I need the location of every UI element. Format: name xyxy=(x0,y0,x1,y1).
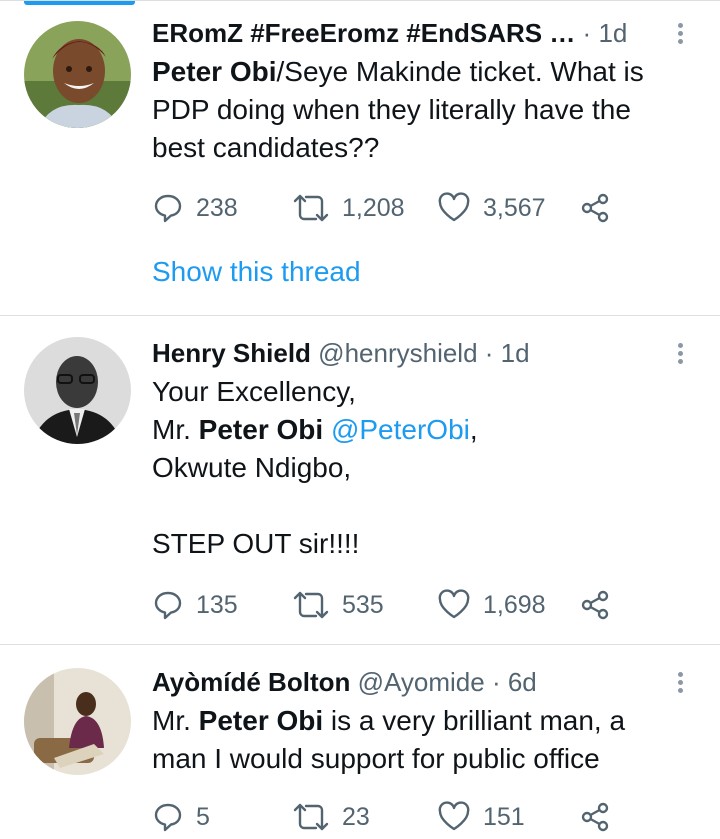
tweet-henry-shield[interactable]: Henry Shield @henryshield · 1d Your Exce… xyxy=(0,316,720,644)
tweet-ayomide-bolton[interactable]: Ayòmídé Bolton @Ayomide · 6d Mr. Peter O… xyxy=(0,645,720,839)
highlighted-text: Peter Obi xyxy=(152,56,277,87)
retweet-count: 1,208 xyxy=(342,193,405,222)
like-button[interactable]: 3,567 xyxy=(437,188,546,228)
share-button[interactable] xyxy=(579,585,611,625)
share-icon xyxy=(581,802,609,832)
avatar[interactable] xyxy=(24,668,131,775)
action-bar: 238 1,208 3,567 xyxy=(152,188,632,228)
action-bar: 5 23 151 xyxy=(152,797,632,837)
retweet-button[interactable]: 535 xyxy=(292,585,384,625)
separator-dot: · xyxy=(582,18,599,48)
tweet-header: Ayòmídé Bolton @Ayomide · 6d xyxy=(152,664,660,700)
more-vertical-icon[interactable] xyxy=(670,15,690,51)
reply-icon xyxy=(154,591,182,620)
avatar[interactable] xyxy=(24,337,131,444)
user-handle[interactable]: @henryshield xyxy=(318,338,477,368)
like-button[interactable]: 151 xyxy=(437,797,525,837)
retweet-button[interactable]: 23 xyxy=(292,797,370,837)
share-icon xyxy=(581,590,609,620)
like-count: 3,567 xyxy=(483,193,546,222)
timestamp[interactable]: 1d xyxy=(598,18,627,48)
like-count: 151 xyxy=(483,802,525,831)
share-icon xyxy=(581,193,609,223)
avatar-photo-icon xyxy=(24,668,131,775)
tweet-text: Your Excellency, Mr. Peter Obi @PeterObi… xyxy=(152,373,680,563)
avatar-photo-icon xyxy=(24,21,131,128)
show-thread-link[interactable]: Show this thread xyxy=(152,253,361,291)
reply-count: 135 xyxy=(196,590,238,619)
user-handle[interactable]: @Ayomide xyxy=(358,667,485,697)
avatar[interactable] xyxy=(24,21,131,128)
more-vertical-icon[interactable] xyxy=(670,664,690,700)
avatar-photo-icon xyxy=(24,337,131,444)
reply-count: 5 xyxy=(196,802,210,831)
share-button[interactable] xyxy=(579,797,611,837)
tweet-eromz[interactable]: ERomZ #FreeEromz #EndSARS … · 1d Peter O… xyxy=(0,0,720,315)
display-name[interactable]: Ayòmídé Bolton xyxy=(152,667,350,697)
display-name[interactable]: Henry Shield xyxy=(152,338,311,368)
separator-dot: · xyxy=(491,667,508,697)
reply-button[interactable]: 238 xyxy=(152,188,238,228)
tweet-text: Peter Obi/Seye Makinde ticket. What is P… xyxy=(152,53,680,167)
highlighted-text: Peter Obi xyxy=(198,414,324,445)
reply-button[interactable]: 5 xyxy=(152,797,210,837)
reply-button[interactable]: 135 xyxy=(152,585,238,625)
heart-icon xyxy=(438,192,470,222)
retweet-icon xyxy=(293,194,329,222)
retweet-count: 23 xyxy=(342,802,370,831)
more-vertical-icon[interactable] xyxy=(670,335,690,371)
like-count: 1,698 xyxy=(483,590,546,619)
heart-icon xyxy=(438,589,470,619)
retweet-count: 535 xyxy=(342,590,384,619)
like-button[interactable]: 1,698 xyxy=(437,585,546,625)
retweet-icon xyxy=(293,803,329,831)
retweet-icon xyxy=(293,591,329,619)
tweet-text: Mr. Peter Obi is a very brilliant man, a… xyxy=(152,702,680,778)
reply-icon xyxy=(154,803,182,832)
retweet-button[interactable]: 1,208 xyxy=(292,188,405,228)
display-name[interactable]: ERomZ #FreeEromz #EndSARS … xyxy=(152,18,575,48)
text-segment: Mr. xyxy=(152,705,199,736)
reply-icon xyxy=(154,194,182,223)
timestamp[interactable]: 1d xyxy=(501,338,530,368)
separator-dot: · xyxy=(484,338,501,368)
mention-link[interactable]: @PeterObi xyxy=(331,414,470,445)
highlighted-text: Peter Obi xyxy=(198,705,324,736)
share-button[interactable] xyxy=(579,188,611,228)
heart-icon xyxy=(438,801,470,831)
reply-count: 238 xyxy=(196,193,238,222)
action-bar: 135 535 1,698 xyxy=(152,585,632,625)
text-segment xyxy=(323,414,331,445)
tweet-header: Henry Shield @henryshield · 1d xyxy=(152,335,660,371)
tweet-header: ERomZ #FreeEromz #EndSARS … · 1d xyxy=(152,15,660,51)
timestamp[interactable]: 6d xyxy=(508,667,537,697)
